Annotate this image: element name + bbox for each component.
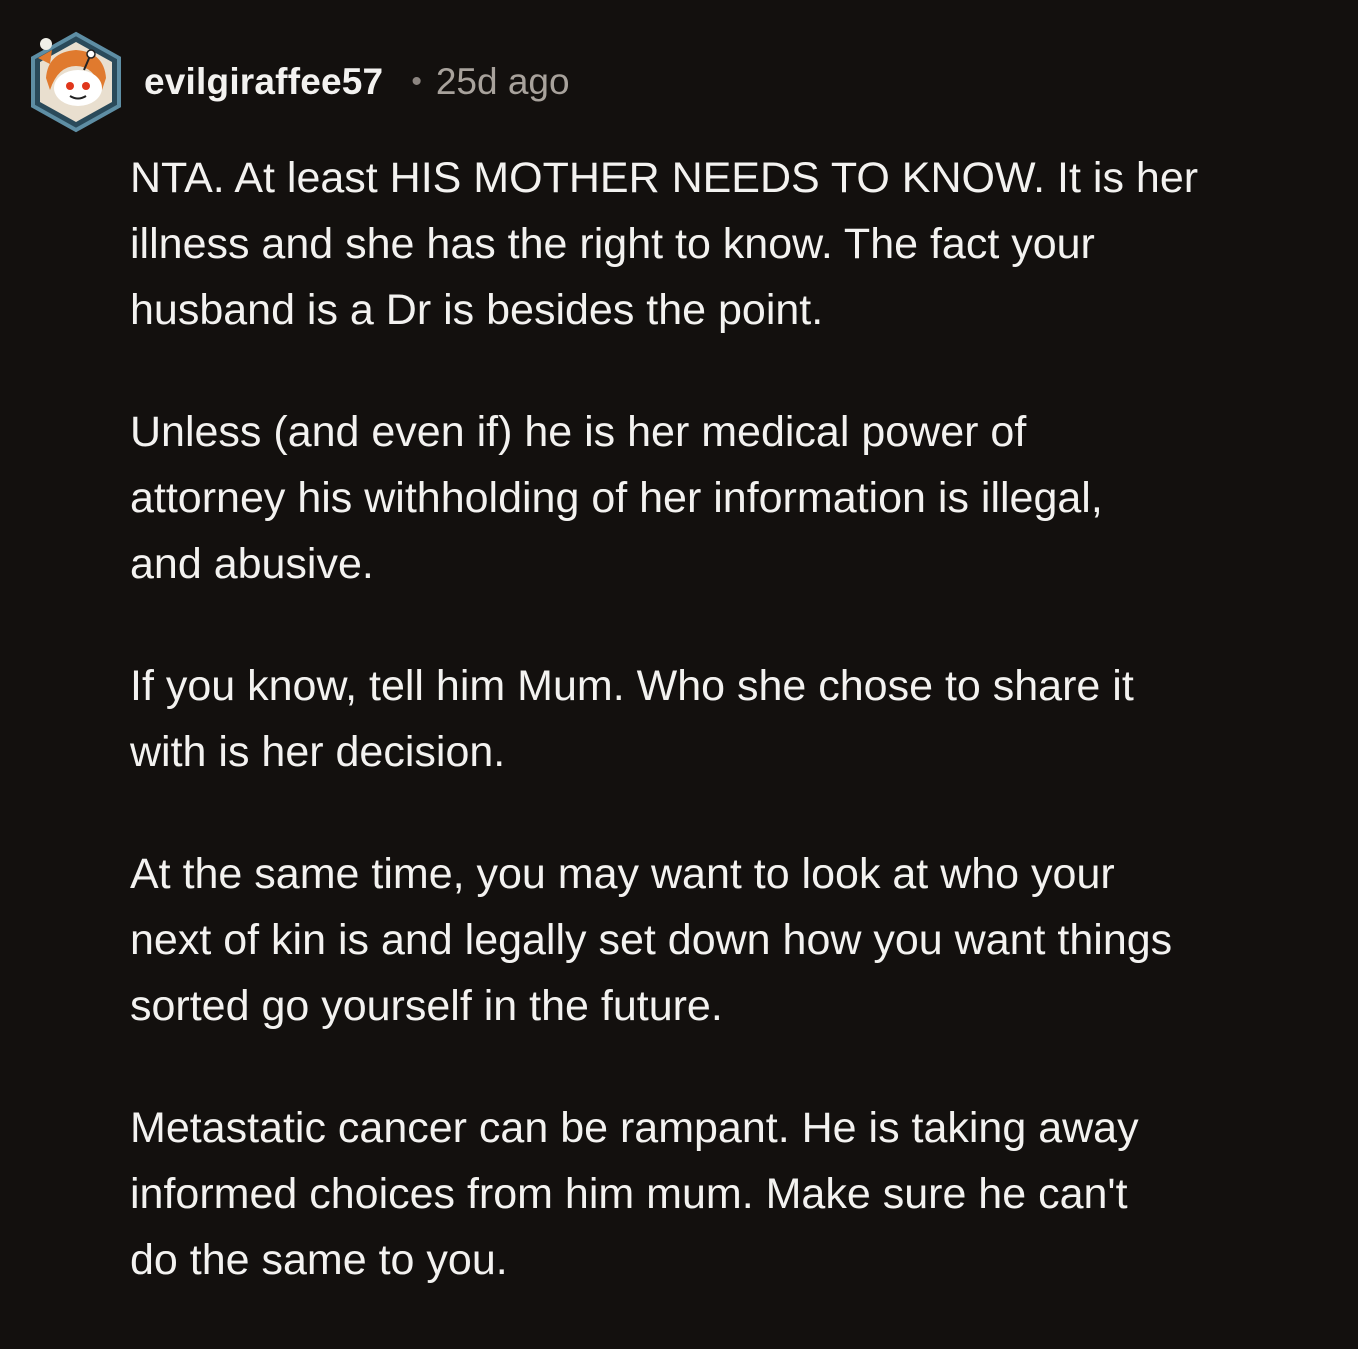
comment-body: NTA. At least HIS MOTHER NEEDS TO KNOW. …: [130, 145, 1330, 1349]
comment-paragraph: If you know, tell him Mum. Who she chose…: [130, 662, 1134, 776]
snoo-avatar-icon[interactable]: [24, 30, 128, 134]
comment-paragraph: Metastatic cancer can be rampant. He is …: [130, 1104, 1139, 1284]
comment-card: evilgiraffee57 • 25d ago NTA. At least H…: [0, 0, 1358, 1310]
comment-paragraph: At the same time, you may want to look a…: [130, 850, 1173, 1030]
comment-paragraph: NTA. At least HIS MOTHER NEEDS TO KNOW. …: [130, 154, 1199, 334]
comment-header: evilgiraffee57 • 25d ago: [24, 30, 570, 134]
comment-timestamp: 25d ago: [435, 61, 570, 102]
author-username[interactable]: evilgiraffee57: [144, 61, 383, 103]
comment-paragraph: Unless (and even if) he is her medical p…: [130, 408, 1103, 588]
meta-separator: •: [411, 65, 422, 98]
